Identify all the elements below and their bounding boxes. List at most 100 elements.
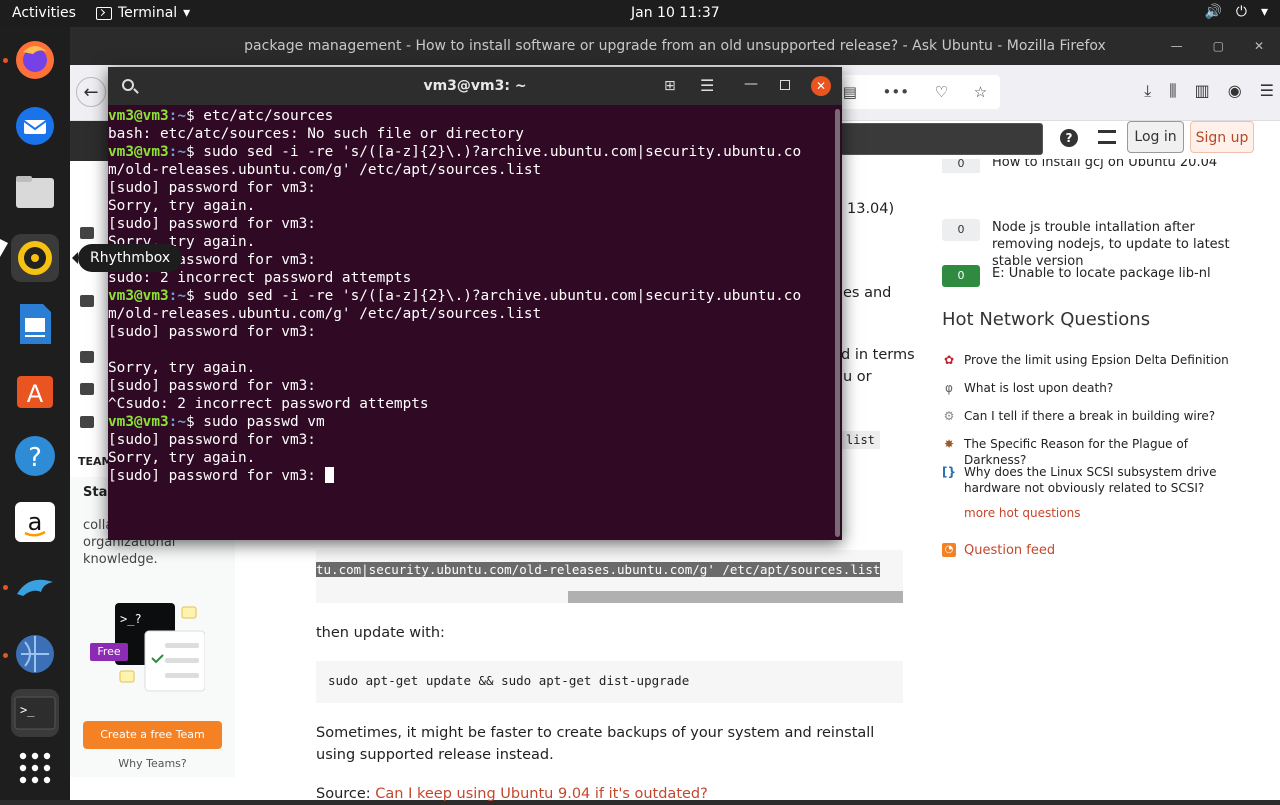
- output-text: [sudo] password for vm3:: [108, 180, 316, 196]
- home-icon[interactable]: [80, 227, 94, 239]
- software-icon[interactable]: A: [11, 366, 59, 414]
- text-cursor: [324, 467, 334, 483]
- output-text: m/old-releases.ubuntu.com/g' /etc/apt/so…: [108, 306, 542, 322]
- output-text: Sorry, try again.: [108, 450, 256, 466]
- hot-network-questions-title: Hot Network Questions: [942, 309, 1151, 330]
- thunderbird-icon[interactable]: [11, 102, 59, 150]
- minimize-icon[interactable]: —: [744, 76, 758, 92]
- output-text: [sudo] password for vm3:: [108, 468, 325, 484]
- question-feed-label[interactable]: Question feed: [964, 543, 1055, 559]
- related-question-title[interactable]: E: Unable to locate package lib-nl: [992, 265, 1232, 287]
- library-icon[interactable]: ⫼: [1169, 81, 1176, 101]
- source-line: Source: Can I keep using Ubuntu 9.04 if …: [316, 783, 708, 805]
- create-team-button[interactable]: Create a free Team: [83, 721, 222, 749]
- terminal-line: vm3@vm3:~$ sudo passwd vm: [108, 413, 830, 431]
- new-tab-icon[interactable]: ⊞: [664, 78, 676, 94]
- hot-question-title[interactable]: Prove the limit using Epsion Delta Defin…: [964, 352, 1239, 368]
- app-menu[interactable]: Terminal ▾: [96, 5, 190, 21]
- account-icon[interactable]: ◉: [1228, 81, 1242, 101]
- back-button[interactable]: ←: [76, 77, 106, 107]
- hot-question-title[interactable]: Why does the Linux SCSI subsystem drive …: [964, 464, 1239, 496]
- url-bar-actions: ▤ ••• ♡ ☆: [830, 75, 1000, 109]
- tag-icon[interactable]: [80, 295, 94, 307]
- related-question-title[interactable]: How to install gcj on Ubuntu 20.04: [992, 159, 1232, 173]
- pocket-icon[interactable]: ♡: [935, 83, 948, 101]
- site-icon: ✸: [943, 437, 955, 451]
- prompt-command: $ etc/atc/sources: [185, 108, 334, 124]
- system-tray[interactable]: 🔊 ⏻ ▾: [1204, 4, 1268, 20]
- menu-icon[interactable]: ☰: [700, 76, 714, 95]
- reader-view-icon[interactable]: ▤: [843, 83, 857, 101]
- terminal-line: Sorry, try again.: [108, 197, 830, 215]
- then-update-text: then update with:: [316, 625, 445, 641]
- prompt-path: :~: [168, 144, 186, 160]
- amazon-icon[interactable]: a: [11, 498, 59, 546]
- output-text: m/old-releases.ubuntu.com/g' /etc/apt/so…: [108, 162, 542, 178]
- files-icon[interactable]: [11, 168, 59, 216]
- svg-text:A: A: [27, 380, 44, 408]
- help-icon[interactable]: ?: [11, 432, 59, 480]
- maximize-icon[interactable]: [780, 80, 790, 90]
- output-text: [sudo] password for vm3:: [108, 216, 316, 232]
- more-actions-icon[interactable]: •••: [883, 83, 910, 101]
- signup-button[interactable]: Sign up: [1190, 121, 1254, 153]
- related-question[interactable]: 0 E: Unable to locate package lib-nl: [942, 265, 1232, 287]
- vote-count: 0: [942, 219, 980, 241]
- minimize-icon[interactable]: —: [1171, 27, 1183, 65]
- terminal-output[interactable]: vm3@vm3:~$ etc/atc/sources bash: etc/atc/…: [108, 107, 830, 537]
- hot-question-title[interactable]: What is lost upon death?: [964, 380, 1239, 396]
- users-icon[interactable]: [80, 351, 94, 363]
- terminal-line: m/old-releases.ubuntu.com/g' /etc/apt/so…: [108, 305, 830, 323]
- achievements-icon[interactable]: [1098, 130, 1116, 144]
- related-question[interactable]: 0 How to install gcj on Ubuntu 20.04: [942, 159, 1232, 173]
- code-scrollbar[interactable]: [568, 591, 903, 603]
- help-icon[interactable]: ?: [1060, 129, 1078, 147]
- hot-question[interactable]: ⚙ Can I tell if there a break in buildin…: [942, 408, 1239, 424]
- terminal-dock-icon[interactable]: >_: [11, 689, 59, 737]
- terminal-line: [sudo] password for vm3:: [108, 467, 830, 485]
- close-icon[interactable]: ✕: [811, 76, 831, 96]
- writer-icon[interactable]: [11, 300, 59, 348]
- search-input[interactable]: [840, 123, 1043, 155]
- question-feed-link[interactable]: ◔ Question feed: [942, 543, 1055, 559]
- terminal-line: vm3@vm3:~$ sudo sed -i -re 's/([a-z]{2}\…: [108, 287, 830, 305]
- why-teams-link[interactable]: Why Teams?: [70, 757, 235, 770]
- mouse-pointer-icon: [0, 239, 8, 257]
- rhythmbox-icon[interactable]: [11, 234, 59, 282]
- companies-icon[interactable]: [80, 383, 94, 395]
- maximize-icon[interactable]: ▢: [1213, 27, 1224, 65]
- app-menu-label: Terminal: [118, 5, 178, 21]
- bookmark-star-icon[interactable]: ☆: [974, 83, 987, 101]
- dolphin-icon[interactable]: [11, 564, 59, 612]
- clock[interactable]: Jan 10 11:37: [631, 5, 720, 21]
- hot-question[interactable]: φ What is lost upon death?: [942, 380, 1239, 396]
- sidebar-icon[interactable]: ▥: [1195, 81, 1210, 101]
- close-icon[interactable]: ✕: [1254, 27, 1264, 65]
- site-icon: φ: [945, 381, 953, 395]
- unanswered-icon[interactable]: [80, 416, 94, 428]
- show-applications-icon[interactable]: [11, 744, 59, 792]
- related-question-title[interactable]: Node js trouble intallation after removi…: [992, 219, 1232, 270]
- firefox-icon[interactable]: [11, 36, 59, 84]
- activities-button[interactable]: Activities: [12, 5, 76, 21]
- hot-question[interactable]: ✿ Prove the limit using Epsion Delta Def…: [942, 352, 1239, 368]
- terminal-line: Sorry, try again.: [108, 449, 830, 467]
- output-text: [sudo] password for vm3:: [108, 432, 316, 448]
- menu-icon[interactable]: ☰: [1260, 81, 1274, 101]
- login-button[interactable]: Log in: [1127, 121, 1184, 153]
- vote-count: 0: [942, 159, 980, 173]
- site-icon: [}: [942, 465, 957, 479]
- article-fragment: es and: [843, 285, 892, 301]
- browser-icon[interactable]: [11, 630, 59, 678]
- terminal-window: vm3@vm3: ~ ⊞ ☰ — ✕ vm3@vm3:~$ etc/atc/so…: [108, 67, 842, 540]
- hot-question[interactable]: [} Why does the Linux SCSI subsystem dri…: [942, 464, 1239, 496]
- terminal-icon: [96, 6, 112, 20]
- terminal-scrollbar[interactable]: [835, 109, 840, 537]
- more-hot-questions-link[interactable]: more hot questions: [964, 505, 1080, 521]
- hot-question-title[interactable]: Can I tell if there a break in building …: [964, 408, 1239, 424]
- prompt-user: vm3@vm3: [108, 288, 169, 304]
- related-question[interactable]: 0 Node js trouble intallation after remo…: [942, 219, 1232, 270]
- svg-text:>_?: >_?: [120, 612, 142, 626]
- download-icon[interactable]: ⤓: [1144, 81, 1151, 101]
- selected-code-block[interactable]: tu.com|security.ubuntu.com/old-releases.…: [316, 550, 903, 603]
